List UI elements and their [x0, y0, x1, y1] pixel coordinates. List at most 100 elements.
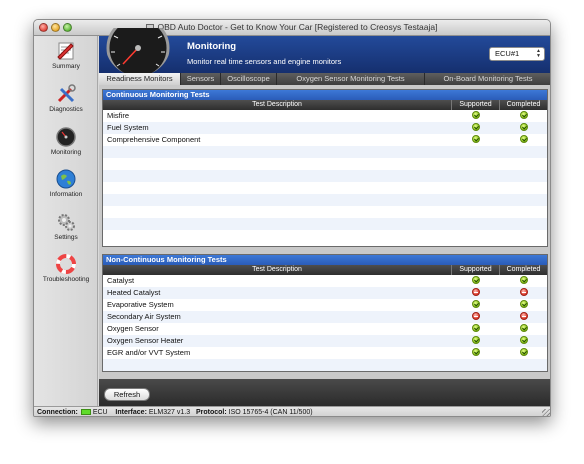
column-header-supported[interactable]: Supported: [452, 100, 500, 110]
panel-title: Non-Continuous Monitoring Tests: [103, 255, 547, 265]
test-description: Fuel System: [107, 123, 149, 132]
check-icon: [472, 336, 480, 344]
check-icon: [472, 276, 480, 284]
table-header: Test Description Supported Completed: [103, 100, 547, 110]
monitoring-gauge-icon: [56, 127, 76, 147]
protocol-label: Protocol:: [195, 409, 227, 416]
column-header-supported[interactable]: Supported: [452, 265, 500, 275]
sidebar: Summary Diagnostics Monitoring Informati…: [34, 36, 98, 406]
test-description: Oxygen Sensor Heater: [107, 336, 184, 345]
table-header: Test Description Supported Completed: [103, 265, 547, 275]
empty-row: [103, 182, 547, 194]
page-header: Monitoring Monitor real time sensors and…: [99, 28, 550, 76]
panel-title: Continuous Monitoring Tests: [103, 90, 547, 100]
connection-led-icon: [80, 409, 91, 415]
check-icon: [472, 111, 480, 119]
page-title: Monitoring: [187, 41, 237, 52]
check-icon: [472, 324, 480, 332]
empty-row: [103, 206, 547, 218]
check-icon: [519, 324, 528, 332]
table-row[interactable]: Heated Catalyst: [103, 287, 547, 299]
status-bar: Connection: ECU Interface: ELM327 v1.3 Pr…: [34, 406, 550, 416]
test-description: Misfire: [107, 111, 130, 120]
test-description: Oxygen Sensor: [107, 324, 159, 333]
sidebar-item-label: Settings: [54, 234, 78, 241]
empty-row: [103, 194, 547, 206]
ecu-select[interactable]: ECU#1 ▲ ▼: [489, 47, 545, 61]
table-row[interactable]: EGR and/or VVT System: [103, 347, 547, 359]
tab-oxygen-sensor-monitoring-tests[interactable]: Oxygen Sensor Monitoring Tests: [277, 73, 425, 85]
sidebar-item-troubleshooting[interactable]: Troubleshooting: [34, 253, 98, 283]
test-description: Catalyst: [107, 276, 135, 285]
test-description: EGR and/or VVT System: [107, 348, 191, 357]
sidebar-item-label: Information: [49, 191, 83, 198]
continuous-tests-panel: Continuous Monitoring Tests Test Descrip…: [102, 89, 548, 247]
connection-label: Connection:: [37, 409, 78, 416]
bottom-toolbar: Refresh: [99, 379, 550, 406]
sidebar-item-label: Monitoring: [50, 149, 82, 156]
sidebar-item-label: Troubleshooting: [42, 276, 90, 283]
window-title: OBD Auto Doctor - Get to Know Your Car […: [157, 22, 438, 32]
connection-value: ECU: [92, 409, 108, 416]
tab-on-board-monitoring-tests[interactable]: On-Board Monitoring Tests: [425, 73, 550, 85]
table-row[interactable]: Catalyst: [103, 275, 547, 287]
lifebuoy-icon: [56, 254, 76, 274]
sidebar-item-label: Diagnostics: [49, 106, 83, 113]
non-continuous-tests-panel: Non-Continuous Monitoring Tests Test Des…: [102, 254, 548, 372]
diagnostics-icon: [57, 84, 76, 103]
not-supported-icon: [519, 288, 528, 296]
refresh-button[interactable]: Refresh: [104, 388, 150, 401]
check-icon: [519, 348, 528, 356]
not-supported-icon: [519, 312, 528, 320]
table-body: Misfire Fuel System Comprehensive Compon…: [103, 110, 547, 230]
table-row[interactable]: Oxygen Sensor: [103, 323, 547, 335]
resize-grip-icon[interactable]: [542, 409, 550, 416]
empty-row: [103, 218, 547, 230]
table-row[interactable]: Secondary Air System: [103, 311, 547, 323]
settings-gears-icon: [58, 214, 75, 231]
interface-label: Interface:: [115, 409, 147, 416]
not-supported-icon: [472, 312, 480, 320]
app-window: OBD Auto Doctor - Get to Know Your Car […: [33, 19, 551, 417]
sidebar-item-diagnostics[interactable]: Diagnostics: [34, 83, 98, 113]
test-description: Secondary Air System: [107, 312, 181, 321]
tab-sensors[interactable]: Sensors: [181, 73, 221, 85]
sidebar-item-label: Summary: [52, 63, 80, 70]
check-icon: [472, 300, 480, 308]
monitoring-gauge-icon: [105, 28, 171, 76]
sidebar-item-information[interactable]: Information: [34, 168, 98, 198]
tab-oscilloscope[interactable]: Oscilloscope: [221, 73, 277, 85]
table-row[interactable]: Evaporative System: [103, 299, 547, 311]
table-row[interactable]: Misfire: [103, 110, 547, 122]
check-icon: [519, 123, 528, 131]
check-icon: [519, 336, 528, 344]
table-row[interactable]: Comprehensive Component: [103, 134, 547, 146]
check-icon: [472, 348, 480, 356]
test-description: Heated Catalyst: [107, 288, 161, 297]
sidebar-item-monitoring[interactable]: Monitoring: [34, 126, 98, 156]
check-icon: [519, 111, 528, 119]
test-description: Evaporative System: [107, 300, 174, 309]
updown-arrows-icon: ▲ ▼: [536, 48, 541, 59]
test-description: Comprehensive Component: [107, 135, 201, 144]
table-row[interactable]: Oxygen Sensor Heater: [103, 335, 547, 347]
table-body: Catalyst Heated Catalyst Evaporative Sys…: [103, 275, 547, 371]
check-icon: [519, 135, 528, 143]
sidebar-item-summary[interactable]: Summary: [34, 40, 98, 70]
column-header-completed[interactable]: Completed: [500, 265, 547, 275]
column-header-description[interactable]: Test Description: [103, 100, 452, 110]
table-row[interactable]: Fuel System: [103, 122, 547, 134]
not-supported-icon: [472, 288, 480, 296]
ecu-select-value: ECU#1: [495, 49, 520, 58]
page-subtitle: Monitor real time sensors and engine mon…: [187, 57, 342, 66]
check-icon: [472, 123, 480, 131]
summary-icon: [57, 42, 74, 60]
tab-bar: Readiness Monitors Sensors Oscilloscope …: [99, 73, 550, 85]
column-header-completed[interactable]: Completed: [500, 100, 547, 110]
check-icon: [519, 276, 528, 284]
tab-readiness-monitors[interactable]: Readiness Monitors: [99, 73, 181, 85]
column-header-description[interactable]: Test Description: [103, 265, 452, 275]
information-globe-icon: [56, 169, 76, 189]
check-icon: [519, 300, 528, 308]
sidebar-item-settings[interactable]: Settings: [34, 211, 98, 241]
